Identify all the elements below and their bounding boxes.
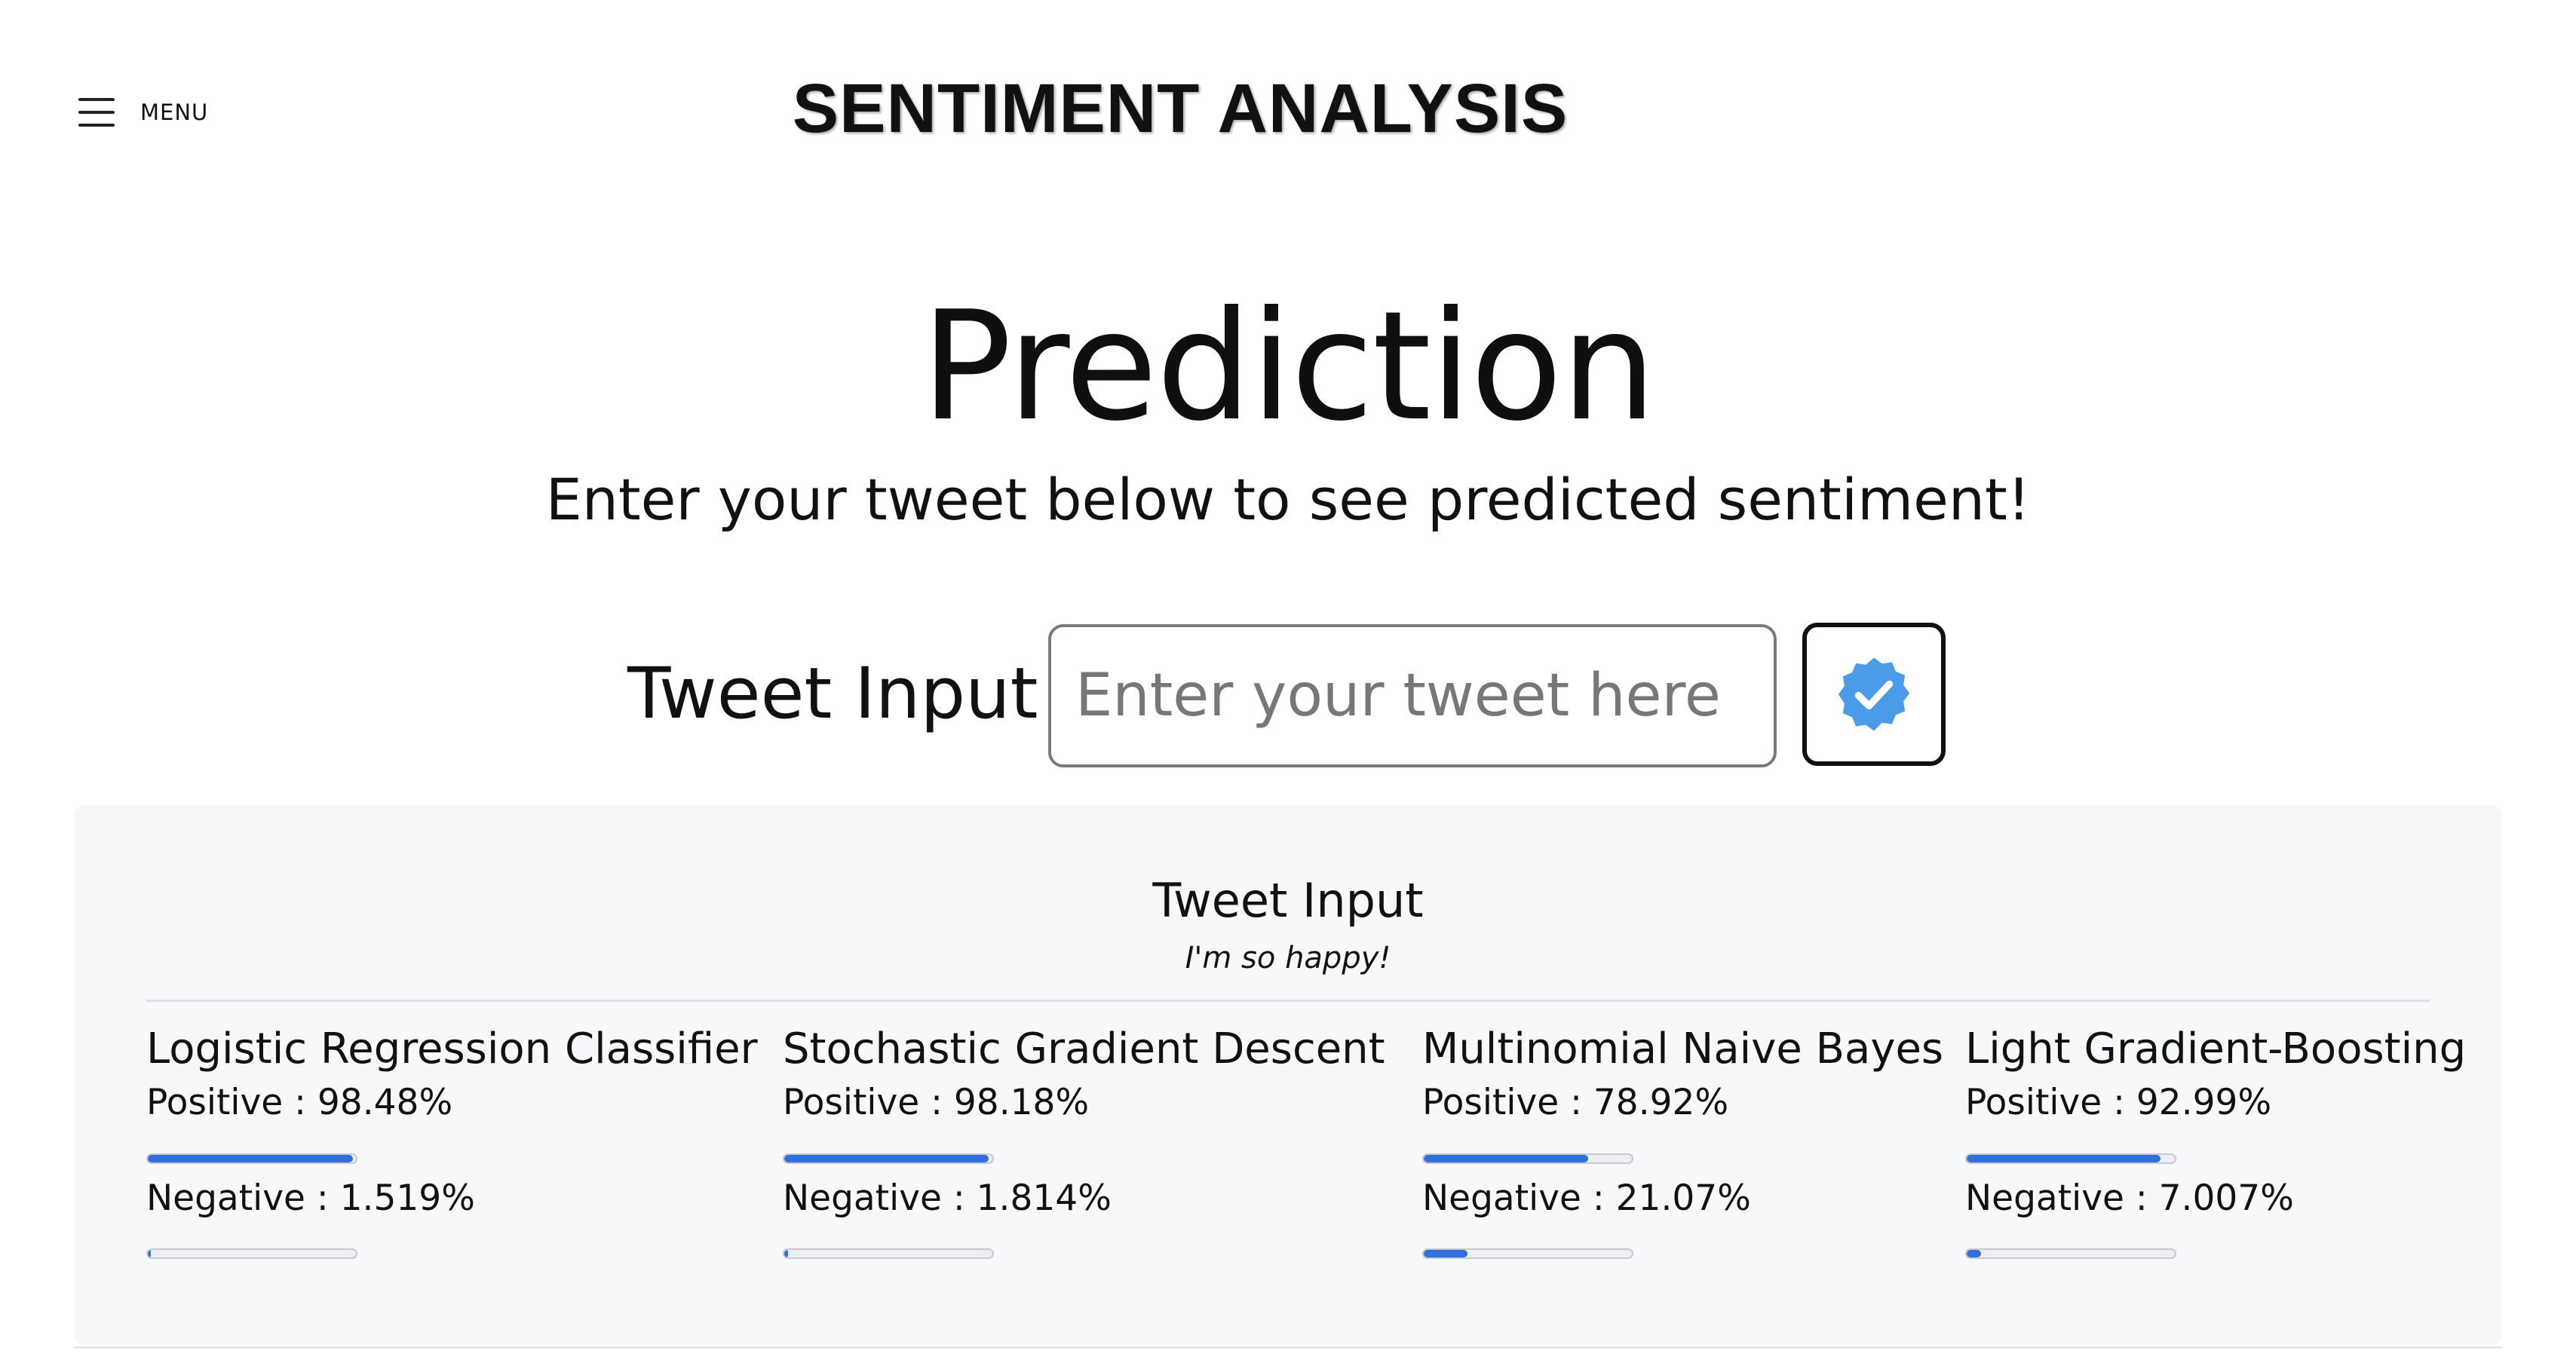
negative-progress-bar <box>1422 1248 1633 1259</box>
model-name: Stochastic Gradient Descent <box>783 1024 1385 1073</box>
positive-score: Positive : 98.48% <box>146 1082 453 1124</box>
verified-check-badge-icon <box>1838 657 1910 731</box>
negative-score: Negative : 21.07% <box>1422 1177 1751 1219</box>
submit-button[interactable] <box>1802 623 1946 766</box>
model-card-naive-bayes: Multinomial Naive Bayes Positive : 78.92… <box>1422 1024 1943 1288</box>
negative-progress-bar <box>783 1248 994 1259</box>
results-tweet-text: I'm so happy! <box>1185 941 1391 975</box>
model-card-lightgbm: Light Gradient-Boosting Positive : 92.99… <box>1965 1024 2466 1288</box>
page-subtitle: Enter your tweet below to see predicted … <box>545 466 2031 533</box>
positive-progress-bar <box>1965 1153 2176 1164</box>
positive-progress-bar <box>783 1153 994 1164</box>
panel-bottom-divider <box>74 1346 2502 1349</box>
tweet-input-field[interactable] <box>1048 624 1777 767</box>
results-title: Tweet Input <box>1152 873 1424 928</box>
model-card-logistic-regression: Logistic Regression Classifier Positive … <box>146 1024 758 1288</box>
model-name: Logistic Regression Classifier <box>146 1024 758 1073</box>
negative-score: Negative : 7.007% <box>1965 1177 2294 1219</box>
negative-score: Negative : 1.814% <box>783 1177 1112 1219</box>
positive-score: Positive : 98.18% <box>783 1082 1090 1124</box>
positive-progress-bar <box>1422 1153 1633 1164</box>
positive-score: Positive : 78.92% <box>1422 1082 1729 1124</box>
model-name: Light Gradient-Boosting <box>1965 1024 2467 1073</box>
page-title: Prediction <box>921 279 1657 455</box>
model-card-sgd: Stochastic Gradient Descent Positive : 9… <box>783 1024 1385 1288</box>
model-name: Multinomial Naive Bayes <box>1422 1024 1944 1073</box>
site-logo-title[interactable]: SENTIMENT ANALYSIS <box>0 69 2360 149</box>
negative-score: Negative : 1.519% <box>146 1177 475 1219</box>
positive-score: Positive : 92.99% <box>1965 1082 2272 1124</box>
results-panel: Tweet Input I'm so happy! Logistic Regre… <box>74 805 2502 1345</box>
tweet-input-label: Tweet Input <box>627 653 1038 735</box>
negative-progress-bar <box>1965 1248 2176 1259</box>
results-divider <box>146 1000 2430 1002</box>
positive-progress-bar <box>146 1153 357 1164</box>
page: MENU SENTIMENT ANALYSIS Prediction Enter… <box>0 0 2576 1372</box>
negative-progress-bar <box>146 1248 357 1259</box>
